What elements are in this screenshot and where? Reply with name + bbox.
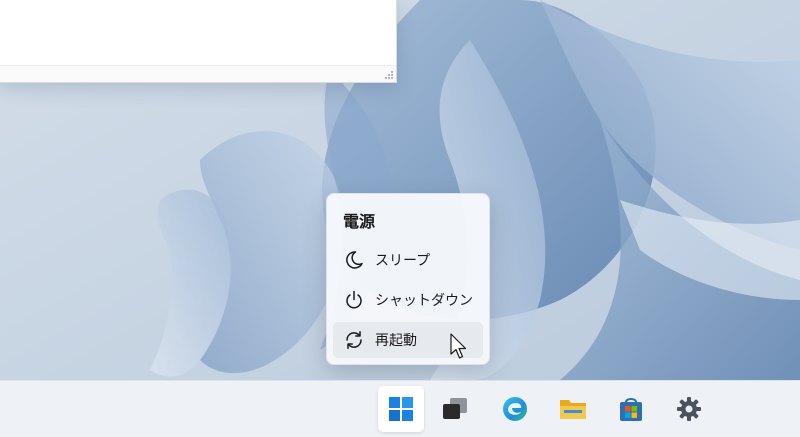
- edge-icon: [503, 397, 527, 421]
- microsoft-store-button[interactable]: [608, 386, 654, 432]
- menu-item-restart-label: 再起動: [375, 333, 417, 349]
- resize-grip[interactable]: [384, 70, 393, 79]
- power-menu-title: 電源: [343, 212, 376, 231]
- moon-icon: [346, 251, 363, 269]
- settings-button[interactable]: [666, 386, 712, 432]
- taskbar: [0, 380, 800, 437]
- settings-gear-icon: [677, 397, 701, 421]
- app-window: [0, 0, 397, 83]
- mouse-cursor-icon: [450, 333, 467, 359]
- edge-button[interactable]: [492, 386, 538, 432]
- task-view-button[interactable]: [432, 386, 478, 432]
- window-content-area: [0, 0, 396, 66]
- restart-icon: [346, 331, 362, 349]
- menu-item-sleep-label: スリープ: [375, 253, 431, 269]
- windows-start-icon: [389, 397, 413, 421]
- menu-item-shutdown[interactable]: シャットダウン: [333, 282, 483, 318]
- file-explorer-icon: [560, 400, 586, 419]
- file-explorer-button[interactable]: [550, 386, 596, 432]
- menu-item-shutdown-label: シャットダウン: [375, 293, 473, 309]
- power-icon: [346, 290, 362, 309]
- task-view-icon: [443, 398, 467, 419]
- microsoft-store-icon: [620, 398, 642, 421]
- menu-item-sleep[interactable]: スリープ: [333, 242, 483, 278]
- start-button[interactable]: [378, 386, 424, 432]
